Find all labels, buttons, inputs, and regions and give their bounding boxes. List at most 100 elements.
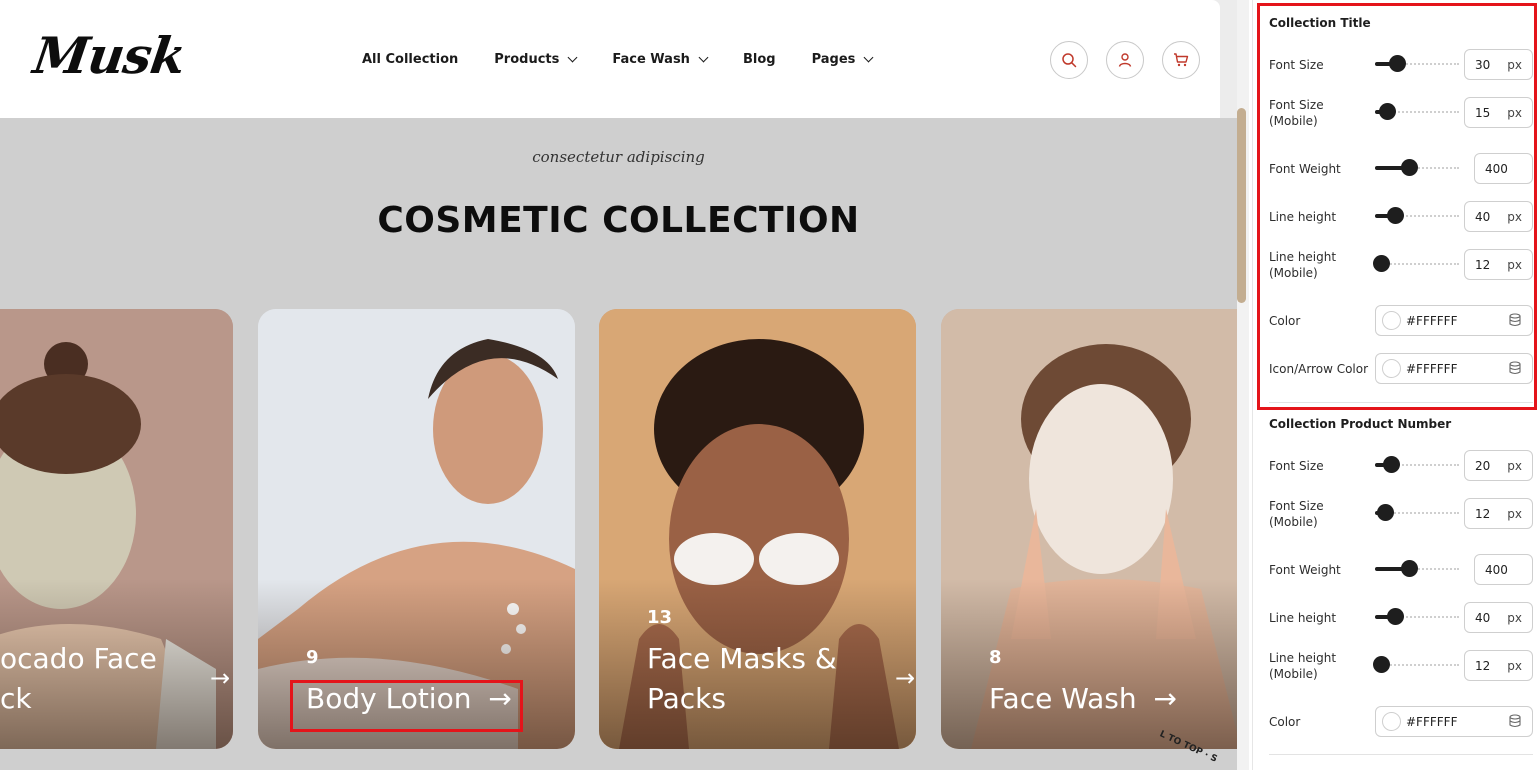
line-height-mobile-slider[interactable]	[1373, 656, 1459, 673]
input-value: 12	[1475, 507, 1491, 521]
unit-label: px	[1507, 507, 1522, 521]
slider-knob[interactable]	[1401, 560, 1418, 577]
slider-knob[interactable]	[1387, 207, 1404, 224]
font-size-slider[interactable]	[1375, 456, 1459, 473]
search-icon	[1062, 53, 1077, 68]
field-label: Font Weight	[1269, 162, 1341, 176]
nav-blog-label: Blog	[742, 52, 776, 67]
line-height-mobile-input[interactable]: 12 px	[1464, 249, 1533, 280]
input-value: 12	[1475, 258, 1491, 272]
section-heading-product-number: Collection Product Number	[1269, 417, 1452, 431]
field-label: Font Size (Mobile)	[1269, 499, 1324, 529]
font-weight-input[interactable]: 400	[1474, 554, 1533, 585]
chevron-down-icon	[863, 52, 874, 63]
nav-face-wash[interactable]: Face Wash	[612, 52, 709, 67]
nav-blog[interactable]: Blog	[743, 52, 776, 67]
chevron-down-icon	[698, 52, 709, 63]
nav-all-collection-label: All Collection	[362, 52, 459, 67]
font-size-mobile-input[interactable]: 12 px	[1464, 498, 1533, 529]
account-button[interactable]	[1106, 41, 1144, 79]
font-weight-input[interactable]: 400	[1474, 153, 1533, 184]
database-icon[interactable]	[1508, 714, 1522, 728]
field-label: Color	[1269, 314, 1301, 328]
font-size-input[interactable]: 30 px	[1464, 49, 1533, 80]
font-size-input[interactable]: 20 px	[1464, 450, 1533, 481]
user-icon	[1118, 53, 1132, 67]
card-title: ocado Face ck	[0, 639, 157, 719]
scrollbar-thumb[interactable]	[1237, 108, 1246, 303]
font-weight-slider[interactable]	[1375, 560, 1459, 577]
color-swatch[interactable]	[1382, 712, 1401, 731]
divider	[1269, 754, 1533, 755]
line-height-slider[interactable]	[1375, 608, 1459, 625]
field-label: Line height (Mobile)	[1269, 250, 1337, 280]
cart-icon	[1174, 53, 1189, 67]
card-title-line: Face Wash	[989, 682, 1137, 715]
store-preview: Musk All Collection Products Face Wash B…	[0, 0, 1237, 770]
slider-knob[interactable]	[1387, 608, 1404, 625]
field-label: Line height	[1269, 210, 1337, 224]
slider-knob[interactable]	[1373, 656, 1390, 673]
color-picker[interactable]: #FFFFFF	[1375, 706, 1533, 737]
slider-knob[interactable]	[1373, 255, 1390, 272]
card-title-line: Packs	[647, 682, 726, 715]
card-title: Face Masks & Packs	[647, 639, 837, 719]
nav-all-collection[interactable]: All Collection	[362, 52, 458, 67]
product-count: 8	[989, 647, 1002, 668]
color-swatch[interactable]	[1382, 311, 1401, 330]
color-hex: #FFFFFF	[1406, 715, 1458, 729]
color-swatch[interactable]	[1382, 359, 1401, 378]
search-button[interactable]	[1050, 41, 1088, 79]
line-height-input[interactable]: 40 px	[1464, 201, 1533, 232]
icon-color-picker[interactable]: #FFFFFF	[1375, 353, 1533, 384]
collection-card[interactable]: 13 Face Masks & Packs →	[599, 309, 916, 749]
field-label: Color	[1269, 715, 1301, 729]
unit-label: px	[1507, 210, 1522, 224]
field-label: Font Size	[1269, 459, 1324, 473]
collection-card[interactable]: 8 Face Wash →	[941, 309, 1237, 749]
unit-label: px	[1507, 58, 1522, 72]
input-value: 40	[1475, 210, 1491, 224]
nav-pages-label: Pages	[811, 52, 856, 67]
collection-card[interactable]: ocado Face ck →	[0, 309, 233, 749]
nav-pages[interactable]: Pages	[811, 52, 874, 67]
font-size-slider[interactable]	[1375, 55, 1459, 72]
product-count: 9	[306, 647, 319, 668]
divider	[1269, 402, 1533, 403]
slider-knob[interactable]	[1401, 159, 1418, 176]
font-size-mobile-slider[interactable]	[1375, 103, 1459, 120]
nav-products[interactable]: Products	[494, 52, 578, 67]
font-size-mobile-input[interactable]: 15 px	[1464, 97, 1533, 128]
line-height-slider[interactable]	[1375, 207, 1459, 224]
input-value: 12	[1475, 659, 1491, 673]
slider-knob[interactable]	[1389, 55, 1406, 72]
highlight-annotation	[290, 680, 523, 732]
brand-logo[interactable]: Musk	[30, 26, 189, 85]
line-height-mobile-input[interactable]: 12 px	[1464, 650, 1533, 681]
slider-knob[interactable]	[1383, 456, 1400, 473]
input-value: 15	[1475, 106, 1491, 120]
unit-label: px	[1507, 258, 1522, 272]
line-height-mobile-slider[interactable]	[1373, 255, 1459, 272]
field-label: Font Size	[1269, 58, 1324, 72]
unit-label: px	[1507, 459, 1522, 473]
slider-knob[interactable]	[1377, 504, 1394, 521]
database-icon[interactable]	[1508, 361, 1522, 375]
section-subtitle: consectetur adipiscing	[532, 148, 705, 166]
color-picker[interactable]: #FFFFFF	[1375, 305, 1533, 336]
database-icon[interactable]	[1508, 313, 1522, 327]
section-title: COSMETIC COLLECTION	[377, 200, 860, 241]
cart-button[interactable]	[1162, 41, 1200, 79]
field-label: Icon/Arrow Color	[1269, 362, 1369, 376]
line-height-input[interactable]: 40 px	[1464, 602, 1533, 633]
font-weight-slider[interactable]	[1375, 159, 1459, 176]
nav-face-wash-label: Face Wash	[612, 52, 690, 67]
product-count: 13	[647, 607, 673, 628]
nav-products-label: Products	[494, 52, 560, 67]
input-value: 40	[1475, 611, 1491, 625]
collection-section: consectetur adipiscing COSMETIC COLLECTI…	[0, 118, 1237, 770]
slider-knob[interactable]	[1379, 103, 1396, 120]
unit-label: px	[1507, 106, 1522, 120]
card-title-line: Face Masks &	[647, 642, 837, 675]
font-size-mobile-slider[interactable]	[1375, 504, 1459, 521]
